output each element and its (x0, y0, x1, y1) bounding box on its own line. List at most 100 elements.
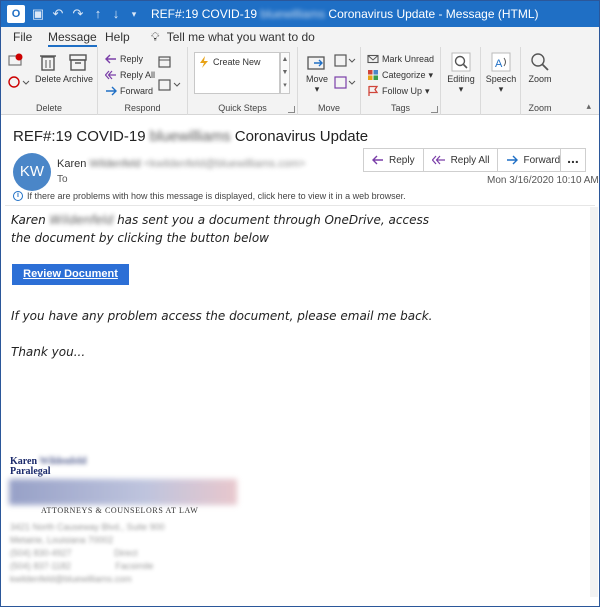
speech-group: A Speech ▾ (481, 47, 521, 115)
tell-me-box[interactable]: 💡︎ Tell me what you want to do (151, 30, 315, 45)
undo-icon[interactable]: ↶ (49, 5, 67, 23)
quick-steps-gallery: Create New (194, 52, 280, 94)
tags-group-label: Tags (390, 103, 410, 113)
message-actions: Reply Reply All Forward (363, 148, 576, 172)
ribbon-forward-button[interactable]: Forward (105, 85, 153, 97)
quick-steps-group: Create New ▲ ▼ ▾ Quick Steps (188, 47, 298, 115)
more-respond-icon[interactable] (158, 79, 182, 91)
move-group-label: Move (317, 103, 340, 113)
signature-address-2: Metairie, Louisiana 70002 (10, 535, 114, 545)
reply-icon (105, 54, 116, 64)
menu-file[interactable]: File (13, 30, 32, 44)
speech-button[interactable]: A Speech ▾ (484, 52, 518, 95)
delete-group: Delete Archive Delete (1, 47, 98, 115)
signature-address-1: 3421 North Causeway Blvd., Suite 900 (10, 522, 165, 532)
firm-logo (9, 479, 237, 505)
lightning-icon (200, 56, 208, 68)
lightbulb-icon: 💡︎ (151, 30, 160, 44)
reply-all-button[interactable]: Reply All (422, 148, 499, 172)
collapse-ribbon-icon[interactable]: ▴ (586, 101, 591, 112)
move-group: Move ▾ Move (298, 47, 361, 115)
tags-launcher-icon[interactable] (431, 106, 438, 113)
ribbon-reply-button[interactable]: Reply (105, 53, 143, 65)
sender-line[interactable]: Karen Wildenfeld <kwildenfeld@bluewillia… (57, 158, 305, 170)
quick-steps-launcher-icon[interactable] (288, 106, 295, 113)
quick-steps-scroll[interactable]: ▲ ▼ ▾ (280, 52, 290, 94)
zoom-group-label: Zoom (528, 103, 552, 113)
junk-icon[interactable] (8, 75, 30, 89)
header-divider (5, 205, 595, 206)
reply-button[interactable]: Reply (363, 148, 424, 172)
flag-icon (368, 85, 379, 96)
follow-up-dropdown-icon: ▾ (425, 85, 430, 96)
read-aloud-icon: A (491, 52, 511, 72)
quick-steps-group-label: Quick Steps (218, 103, 267, 113)
message-subject: REF#:19 COVID-19 bluewilliams Coronaviru… (13, 128, 369, 145)
magnifier-icon (451, 52, 471, 72)
create-new-quick-step[interactable]: Create New (198, 56, 261, 68)
delete-button[interactable]: Delete (34, 52, 62, 84)
menu-help[interactable]: Help (105, 30, 130, 44)
respond-group-label: Respond (124, 103, 161, 113)
customize-toolbar-icon[interactable]: ▾ (125, 5, 143, 23)
folder-move-icon (307, 56, 325, 70)
body-line-3: If you have any problem access the docum… (11, 309, 433, 323)
signature-firm: ATTORNEYS & COUNSELORS AT LAW (41, 506, 199, 515)
outlook-app-icon[interactable]: O (7, 5, 25, 23)
rules-icon[interactable] (334, 54, 356, 68)
zoom-icon (531, 53, 549, 71)
info-icon: i (13, 191, 23, 201)
signature-phone-direct: (504) 830-4927 Direct (10, 548, 138, 558)
sender-avatar[interactable]: KW (13, 153, 51, 191)
window-title: REF#:19 COVID-19 bluewilliams Coronaviru… (151, 7, 539, 21)
outlook-message-window: O ▣ ↶ ↷ ↑ ↓ ▾ REF#:19 COVID-19 bluewilli… (0, 0, 600, 607)
reply-all-icon (105, 70, 116, 80)
signature-phone-fax: (504) 837-1182 Facsimile (10, 561, 154, 571)
forward-icon (106, 86, 117, 96)
svg-text:A: A (495, 58, 503, 70)
info-bar[interactable]: i If there are problems with how this me… (13, 191, 406, 201)
menu-bar: File Message Help 💡︎ Tell me what you wa… (1, 27, 599, 47)
title-bar: O ▣ ↶ ↷ ↑ ↓ ▾ REF#:19 COVID-19 bluewilli… (1, 1, 599, 27)
editing-group: Editing ▾ (441, 47, 481, 115)
categorize-dropdown-icon: ▾ (428, 69, 434, 80)
up-arrow-icon[interactable]: ↑ (89, 5, 107, 23)
redo-icon[interactable]: ↷ (69, 5, 87, 23)
onenote-icon[interactable] (334, 76, 356, 90)
zoom-button[interactable]: Zoom (524, 52, 556, 84)
follow-up-button[interactable]: Follow Up ▾ (367, 85, 430, 97)
reply-icon (372, 155, 383, 165)
down-arrow-icon[interactable]: ↓ (107, 5, 125, 23)
ribbon-reply-all-button[interactable]: Reply All (105, 69, 155, 81)
tags-group: Mark Unread Categorize ▾ Follow Up ▾ Tag… (361, 47, 441, 115)
reply-all-icon (431, 155, 445, 165)
move-button[interactable]: Move ▾ (304, 52, 330, 95)
menu-message[interactable]: Message (48, 30, 97, 47)
vertical-scrollbar[interactable] (590, 207, 598, 597)
signature-email[interactable]: kwildenfeld@bluewilliams.com (10, 574, 132, 584)
categorize-button[interactable]: Categorize ▾ (367, 69, 433, 81)
archive-button[interactable]: Archive (62, 52, 94, 84)
ribbon: Delete Archive Delete Reply Reply All Fo… (1, 47, 599, 115)
delete-group-label: Delete (35, 103, 62, 113)
editing-button[interactable]: Editing ▾ (444, 52, 478, 95)
zoom-group: Zoom Zoom (521, 47, 559, 115)
category-icon (368, 70, 378, 80)
mark-unread-button[interactable]: Mark Unread (367, 53, 434, 65)
forward-icon (507, 155, 519, 165)
respond-group: Reply Reply All Forward Respond (98, 47, 188, 115)
ignore-icon[interactable] (8, 53, 24, 67)
archive-icon (69, 54, 87, 71)
meeting-reply-icon[interactable] (158, 55, 172, 69)
signature-title: Paralegal (10, 466, 51, 477)
body-line-2: the document by clicking the button belo… (11, 231, 269, 245)
body-line-1: Karen Wildenfeld has sent you a document… (11, 213, 429, 227)
review-document-button[interactable]: Review Document (12, 264, 129, 285)
trash-icon (40, 55, 56, 71)
envelope-icon (367, 54, 379, 64)
message-date: Mon 3/16/2020 10:10 AM (487, 175, 599, 186)
save-icon[interactable]: ▣ (29, 5, 47, 23)
body-line-4: Thank you... (11, 345, 86, 359)
more-actions-button[interactable]: ... (560, 148, 586, 172)
to-label: To (57, 174, 68, 185)
